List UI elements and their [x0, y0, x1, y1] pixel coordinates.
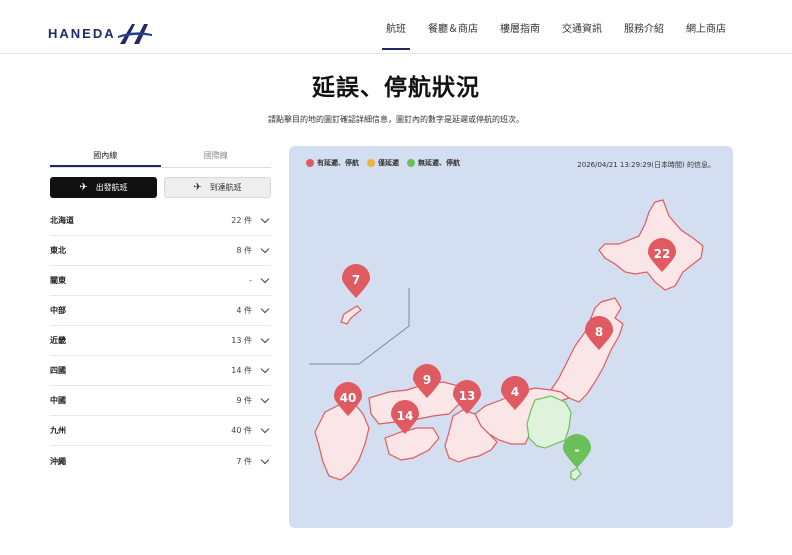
pin-kanto[interactable]: -	[562, 434, 592, 468]
region-name: 中國	[50, 396, 66, 405]
arrival-plane-icon: ✈	[193, 182, 202, 193]
departure-button[interactable]: ✈ 出發航班	[50, 177, 157, 198]
legend-delay-only: 僅延遲	[367, 158, 399, 168]
pin-count: 9	[423, 373, 431, 387]
site-header: HANEDA 航班 餐廳＆商店 樓層指南 交通資訊 服務介紹 網上商店	[0, 0, 792, 54]
region-name: 近畿	[50, 336, 66, 345]
nav-flights[interactable]: 航班	[382, 0, 410, 54]
arrival-label: 到達航班	[209, 183, 242, 192]
region-izu-islands[interactable]	[570, 467, 582, 481]
region-okinawa[interactable]	[340, 305, 362, 325]
region-name: 中部	[50, 306, 66, 315]
page-title: 延誤、停航狀況	[312, 75, 480, 101]
region-name: 北海道	[50, 216, 74, 225]
region-name: 四國	[50, 366, 66, 375]
pin-count: 4	[511, 385, 519, 399]
legend-label: 僅延遲	[378, 159, 399, 167]
region-tohoku[interactable]	[550, 297, 624, 403]
pin-count: 8	[595, 325, 603, 339]
pin-count: 7	[352, 273, 360, 287]
region-count: 9 件	[236, 396, 252, 405]
chevron-down-icon	[260, 455, 270, 464]
region-row-shikoku[interactable]: 四國 14 件	[50, 356, 271, 386]
chevron-down-icon	[260, 214, 270, 224]
region-kanto[interactable]	[526, 395, 572, 449]
arrival-button[interactable]: ✈ 到達航班	[164, 177, 271, 198]
region-name: 九州	[50, 426, 66, 435]
region-row-tohoku[interactable]: 東北 8 件	[50, 236, 271, 266]
legend-delay-cancel: 有延遲、停航	[306, 158, 359, 168]
nav-services[interactable]: 服務介紹	[624, 0, 664, 54]
pin-count: 13	[459, 389, 476, 403]
region-count: 14 件	[231, 366, 252, 375]
main-nav: 航班 餐廳＆商店 樓層指南 交通資訊 服務介紹 網上商店	[364, 0, 726, 54]
logo-mark-icon	[117, 24, 152, 44]
legend-label: 無延遲、停航	[418, 159, 460, 167]
map-legend: 有延遲、停航 僅延遲 無延遲、停航	[306, 158, 468, 168]
nav-floor-guide[interactable]: 樓層指南	[500, 0, 540, 54]
pin-count: 40	[340, 391, 357, 405]
tab-international[interactable]: 國際線	[161, 148, 272, 167]
region-panel: 國內線 國際線 ✈ 出發航班 ✈ 到達航班 北海道 22 件 東北 8 件 關東…	[50, 148, 271, 476]
pin-count: 14	[397, 409, 414, 423]
orange-dot-icon	[367, 159, 375, 167]
region-count: 7 件	[236, 456, 252, 466]
region-kyushu[interactable]	[314, 403, 370, 481]
legend-none: 無延遲、停航	[407, 158, 460, 168]
chevron-down-icon	[260, 304, 270, 314]
haneda-logo[interactable]: HANEDA	[48, 20, 152, 46]
nav-access[interactable]: 交通資訊	[562, 0, 602, 54]
chevron-down-icon	[260, 424, 270, 434]
legend-label: 有延遲、停航	[317, 159, 359, 167]
region-row-kanto[interactable]: 關東 -	[50, 266, 271, 296]
region-count: 4 件	[236, 306, 252, 315]
departure-plane-icon: ✈	[79, 182, 88, 193]
chevron-down-icon	[260, 274, 270, 284]
region-count: 13 件	[231, 336, 252, 345]
nav-online-shop[interactable]: 網上商店	[686, 0, 726, 54]
okinawa-inset-divider	[309, 288, 410, 365]
region-count: -	[249, 276, 252, 285]
japan-map: 22 8 4 9 13 14 40 7 -	[309, 199, 704, 481]
pin-count: 22	[654, 247, 671, 261]
region-shikoku[interactable]	[384, 427, 440, 461]
update-timestamp: 2026/04/21 13:29:29(日本時間) 的信息。	[577, 161, 715, 169]
chevron-down-icon	[260, 334, 270, 344]
chevron-down-icon	[260, 364, 270, 374]
region-row-kinki[interactable]: 近畿 13 件	[50, 326, 271, 356]
japan-map-panel: 22 8 4 9 13 14 40 7 - 有延遲、停航 僅延遲 無延遲、停航 …	[289, 146, 733, 528]
region-count: 40 件	[231, 426, 252, 435]
region-row-chubu[interactable]: 中部 4 件	[50, 296, 271, 326]
pin-okinawa[interactable]: 7	[341, 264, 371, 298]
direction-toggle: ✈ 出發航班 ✈ 到達航班	[50, 177, 271, 198]
region-name: 東北	[50, 246, 66, 255]
red-dot-icon	[306, 159, 314, 167]
region-count: 8 件	[236, 246, 252, 255]
green-dot-icon	[407, 159, 415, 167]
region-name: 沖繩	[50, 456, 66, 466]
region-list: 北海道 22 件 東北 8 件 關東 - 中部 4 件 近畿 13 件 四國 1…	[50, 206, 271, 476]
region-row-hokkaido[interactable]: 北海道 22 件	[50, 206, 271, 236]
chevron-down-icon	[260, 244, 270, 254]
route-tabs: 國內線 國際線	[50, 148, 271, 168]
pin-count: -	[575, 443, 580, 457]
departure-label: 出發航班	[95, 183, 128, 192]
region-count: 22 件	[231, 216, 252, 225]
region-row-kyushu[interactable]: 九州 40 件	[50, 416, 271, 446]
pin-kinki[interactable]: 13	[452, 380, 482, 414]
page-subtitle: 請點擊目的地的圖釘確認詳細信息，圖釘內的數字是延遲或停航的班次。	[268, 115, 524, 124]
chevron-down-icon	[260, 394, 270, 404]
region-name: 關東	[50, 276, 66, 285]
region-row-okinawa[interactable]: 沖繩 7 件	[50, 446, 271, 476]
tab-domestic[interactable]: 國內線	[50, 148, 161, 167]
region-row-chugoku[interactable]: 中國 9 件	[50, 386, 271, 416]
nav-dining-shops[interactable]: 餐廳＆商店	[428, 0, 478, 54]
logo-text: HANEDA	[48, 25, 116, 41]
